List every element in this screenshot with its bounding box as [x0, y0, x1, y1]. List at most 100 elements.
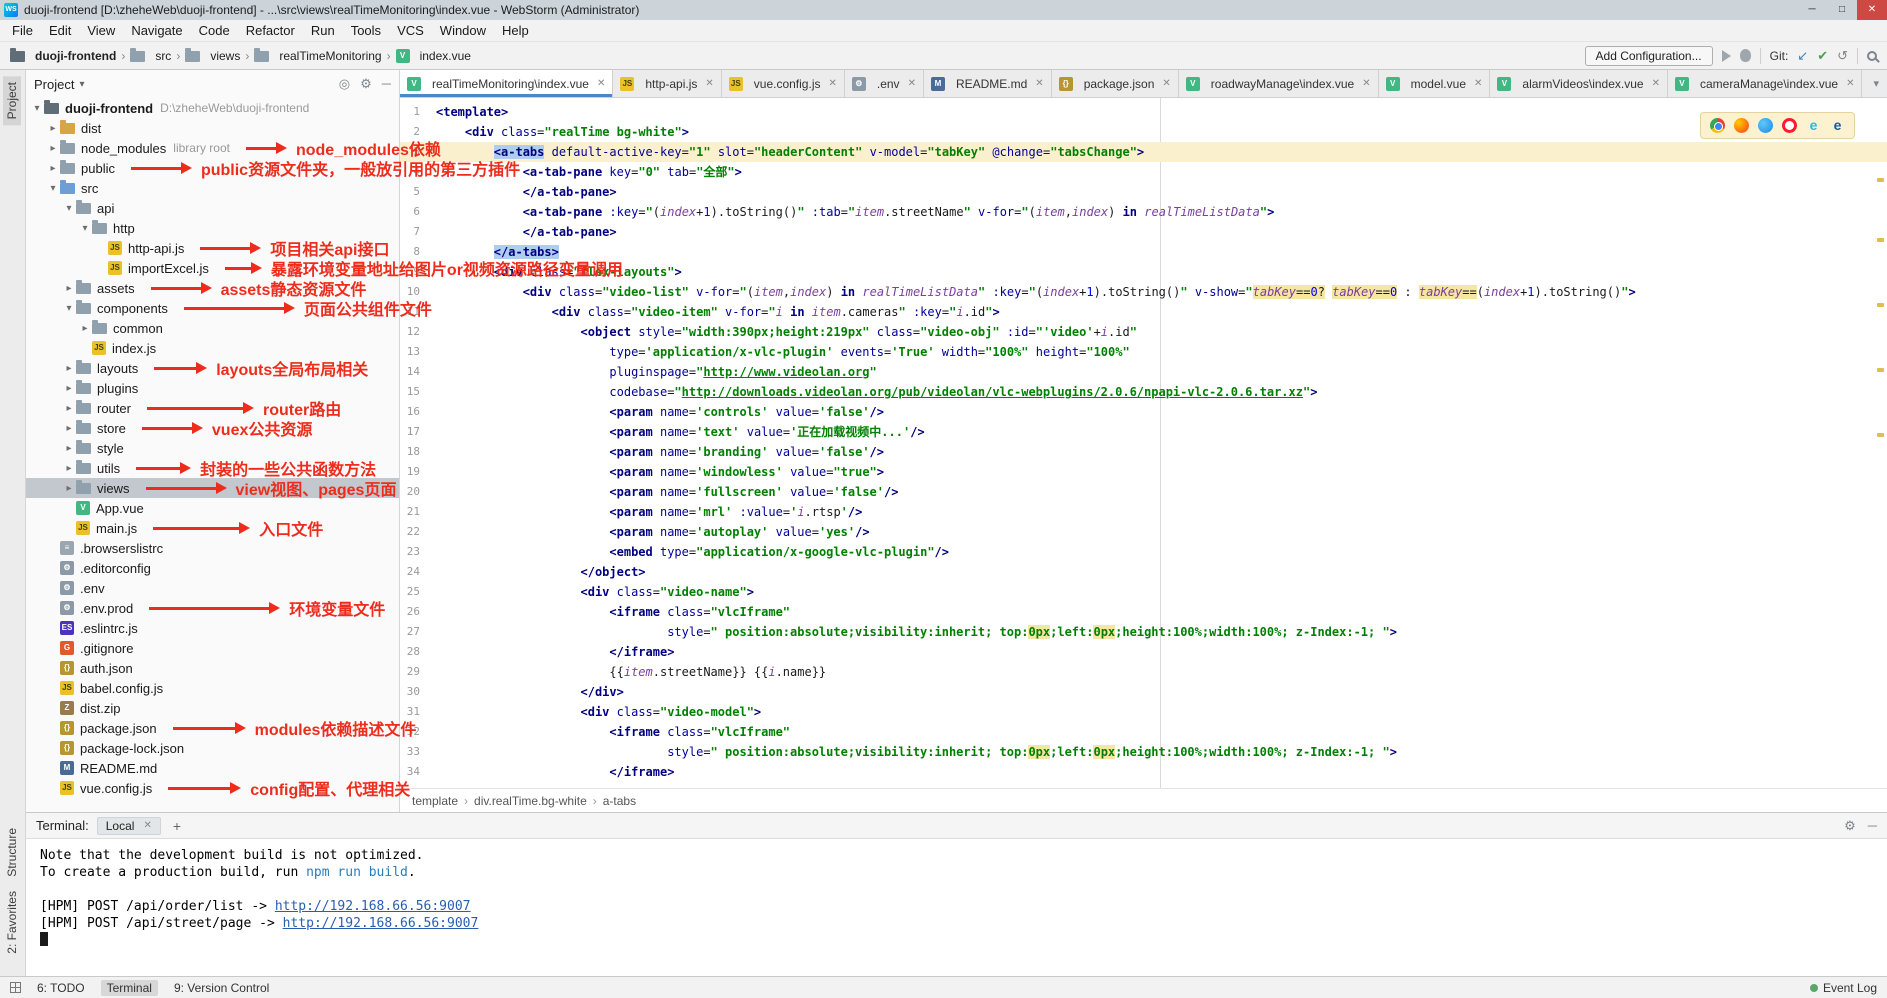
opera-browser-icon[interactable]: [1782, 118, 1797, 133]
editor-tab-package.json[interactable]: {}package.json✕: [1052, 70, 1179, 97]
statusbar-6-todo[interactable]: 6: TODO: [37, 981, 85, 995]
tree-chevron-icon[interactable]: ▸: [62, 283, 76, 294]
statusbar-event-log[interactable]: Event Log: [1810, 981, 1877, 995]
terminal-hide-icon[interactable]: ─: [1868, 818, 1877, 834]
menu-tools[interactable]: Tools: [343, 21, 389, 40]
line-number[interactable]: 14: [400, 362, 436, 382]
tree-item-main.js[interactable]: JSmain.js入口文件: [26, 518, 399, 538]
add-configuration-button[interactable]: Add Configuration...: [1585, 46, 1713, 66]
line-number[interactable]: 5: [400, 182, 436, 202]
new-terminal-session-icon[interactable]: +: [169, 818, 185, 834]
close-tab-icon[interactable]: ✕: [1362, 78, 1370, 89]
tree-chevron-icon[interactable]: ▾: [30, 103, 44, 114]
tree-item-dist.zip[interactable]: Zdist.zip: [26, 698, 399, 718]
tool-windows-icon[interactable]: [10, 982, 21, 993]
menu-edit[interactable]: Edit: [41, 21, 79, 40]
menu-run[interactable]: Run: [303, 21, 343, 40]
line-number[interactable]: 19: [400, 462, 436, 482]
line-number[interactable]: 23: [400, 542, 436, 562]
tool-stripe-favorites[interactable]: 2: Favorites: [3, 885, 21, 960]
tree-item-README.md[interactable]: MREADME.md: [26, 758, 399, 778]
editor-tab-cameraManage-index.vue[interactable]: VcameraManage\index.vue✕: [1668, 70, 1862, 97]
line-number[interactable]: 22: [400, 522, 436, 542]
error-stripe-mark[interactable]: [1877, 178, 1884, 182]
error-stripe-mark[interactable]: [1877, 368, 1884, 372]
chevron-down-icon[interactable]: ▾: [79, 79, 84, 90]
tree-item-babel.config.js[interactable]: JSbabel.config.js: [26, 678, 399, 698]
tree-chevron-icon[interactable]: ▸: [78, 323, 92, 334]
tree-item-.eslintrc.js[interactable]: ES.eslintrc.js: [26, 618, 399, 638]
breadcrumb-item-src[interactable]: src: [130, 49, 171, 63]
ie-browser-icon[interactable]: e: [1806, 118, 1821, 133]
tree-item-assets[interactable]: ▸assetsassets静态资源文件: [26, 278, 399, 298]
tree-item-public[interactable]: ▸publicpublic资源文件夹，一般放引用的第三方插件: [26, 158, 399, 178]
tab-list-dropdown-icon[interactable]: ▾: [1865, 70, 1887, 97]
close-tab-icon[interactable]: ✕: [1035, 78, 1043, 89]
error-stripe-mark[interactable]: [1877, 238, 1884, 242]
tree-chevron-icon[interactable]: ▸: [62, 423, 76, 434]
close-button[interactable]: ✕: [1857, 0, 1887, 20]
line-number[interactable]: 24: [400, 562, 436, 582]
editor-tab-README.md[interactable]: MREADME.md✕: [924, 70, 1052, 97]
editor-tab-alarmVideos-index.vue[interactable]: ValarmVideos\index.vue✕: [1490, 70, 1668, 97]
tree-item-duoji-frontend[interactable]: ▾duoji-frontendD:\zheheWeb\duoji-fronten…: [26, 98, 399, 118]
menu-file[interactable]: File: [4, 21, 41, 40]
breadcrumb-item-index.vue[interactable]: Vindex.vue: [396, 49, 471, 63]
tree-item-views[interactable]: ▸viewsview视图、pages页面: [26, 478, 399, 498]
close-tab-icon[interactable]: ✕: [143, 820, 151, 831]
line-number[interactable]: 27: [400, 622, 436, 642]
tree-item-http[interactable]: ▾http: [26, 218, 399, 238]
close-tab-icon[interactable]: ✕: [705, 78, 713, 89]
line-number[interactable]: 21: [400, 502, 436, 522]
tree-item-plugins[interactable]: ▸plugins: [26, 378, 399, 398]
line-number[interactable]: 12: [400, 322, 436, 342]
tree-chevron-icon[interactable]: ▸: [46, 123, 60, 134]
line-number[interactable]: 17: [400, 422, 436, 442]
close-tab-icon[interactable]: ✕: [1474, 78, 1482, 89]
tree-chevron-icon[interactable]: ▾: [46, 183, 60, 194]
tree-item-auth.json[interactable]: {}auth.json: [26, 658, 399, 678]
terminal-link[interactable]: http://192.168.66.56:9007: [275, 899, 471, 914]
run-icon[interactable]: [1722, 50, 1731, 62]
chrome-browser-icon[interactable]: [1710, 118, 1725, 133]
breadcrumb-item-duoji-frontend[interactable]: duoji-frontend: [10, 49, 116, 63]
tree-chevron-icon[interactable]: ▾: [78, 223, 92, 234]
tree-chevron-icon[interactable]: ▸: [62, 463, 76, 474]
line-number[interactable]: 7: [400, 222, 436, 242]
line-number[interactable]: 25: [400, 582, 436, 602]
close-tab-icon[interactable]: ✕: [597, 78, 605, 89]
line-number[interactable]: 29: [400, 662, 436, 682]
menu-navigate[interactable]: Navigate: [123, 21, 190, 40]
git-commit-icon[interactable]: ✔: [1817, 48, 1828, 64]
terminal-link[interactable]: http://192.168.66.56:9007: [283, 916, 479, 931]
tree-item-package.json[interactable]: {}package.jsonmodules依赖描述文件: [26, 718, 399, 738]
tree-item-.browserslistrc[interactable]: ≡.browserslistrc: [26, 538, 399, 558]
line-number[interactable]: 30: [400, 682, 436, 702]
hide-panel-icon[interactable]: ─: [382, 76, 391, 92]
menu-refactor[interactable]: Refactor: [238, 21, 303, 40]
line-number[interactable]: 1: [400, 102, 436, 122]
terminal-tab-Local[interactable]: Local✕: [97, 817, 161, 835]
tree-item-src[interactable]: ▾src: [26, 178, 399, 198]
tool-stripe-project[interactable]: Project: [3, 76, 21, 125]
editor-breadcrumb-item-template[interactable]: template: [412, 794, 458, 808]
tree-chevron-icon[interactable]: ▸: [62, 383, 76, 394]
editor-tab-roadwayManage-index.vue[interactable]: VroadwayManage\index.vue✕: [1179, 70, 1379, 97]
tree-item-store[interactable]: ▸storevuex公共资源: [26, 418, 399, 438]
editor-tab-realTimeMonitoring-index.vue[interactable]: VrealTimeMonitoring\index.vue✕: [400, 70, 613, 97]
tree-item-http-api.js[interactable]: JShttp-api.js项目相关api接口: [26, 238, 399, 258]
search-everywhere-icon[interactable]: [1867, 51, 1877, 61]
editor-tab-model.vue[interactable]: Vmodel.vue✕: [1379, 70, 1491, 97]
project-panel-title[interactable]: Project: [34, 77, 74, 92]
menu-code[interactable]: Code: [191, 21, 238, 40]
firefox-browser-icon[interactable]: [1734, 118, 1749, 133]
close-tab-icon[interactable]: ✕: [1162, 78, 1170, 89]
close-tab-icon[interactable]: ✕: [828, 78, 836, 89]
line-number[interactable]: 26: [400, 602, 436, 622]
breadcrumb-item-realTimeMonitoring[interactable]: realTimeMonitoring: [254, 49, 381, 63]
editor-breadcrumb-item-a-tabs[interactable]: a-tabs: [603, 794, 636, 808]
error-stripe-mark[interactable]: [1877, 433, 1884, 437]
editor-tab-.env[interactable]: ⚙.env✕: [845, 70, 924, 97]
tree-chevron-icon[interactable]: ▸: [46, 143, 60, 154]
tree-item-components[interactable]: ▾components页面公共组件文件: [26, 298, 399, 318]
